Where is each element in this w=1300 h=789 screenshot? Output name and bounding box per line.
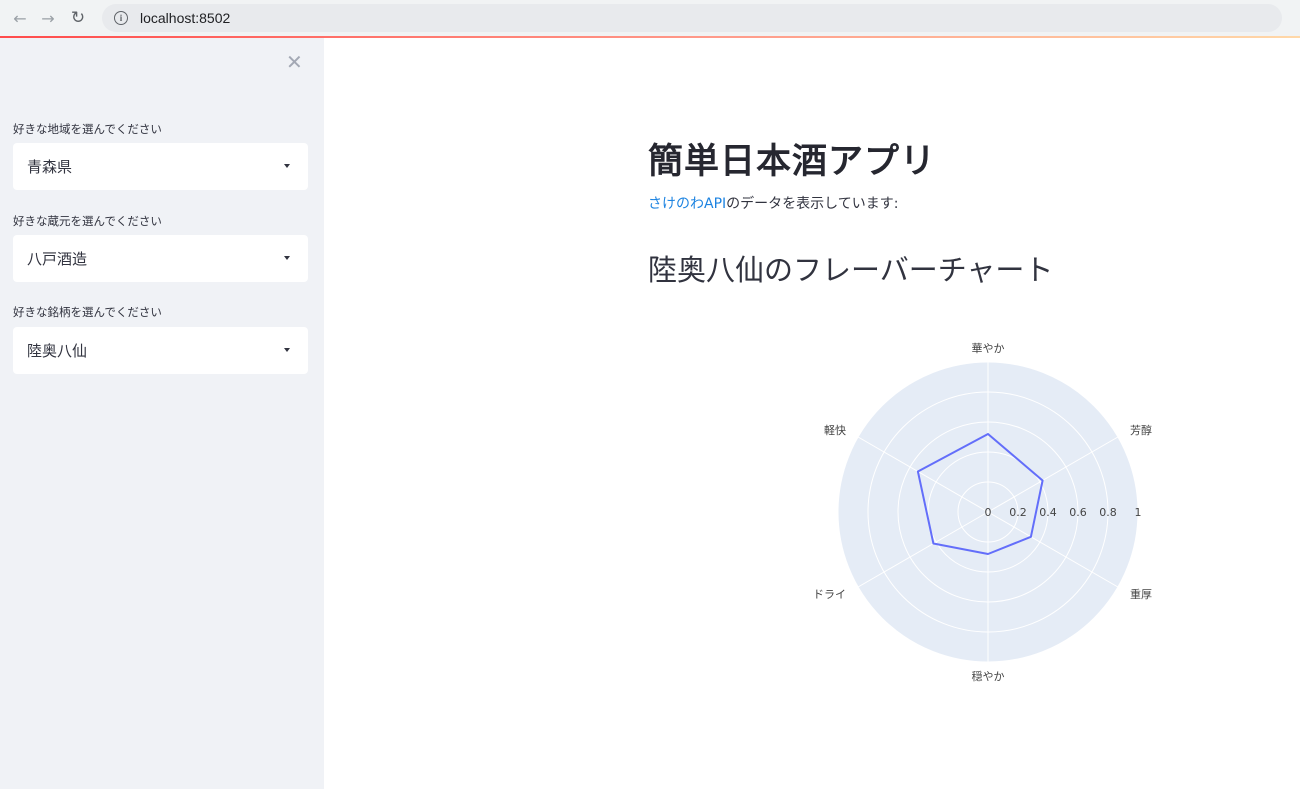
brand-select[interactable]: 陸奥八仙 — [13, 327, 308, 374]
category-label: 華やか — [972, 342, 1005, 355]
url-text: localhost:8502 — [140, 10, 231, 26]
info-icon[interactable]: i — [114, 11, 128, 25]
back-arrow-icon[interactable]: ← — [6, 4, 34, 32]
sidebar: ✕ 好きな地域を選んでください 青森県 好きな蔵元を選んでください 八戸酒造 好… — [0, 38, 324, 789]
brewery-select-value: 八戸酒造 — [27, 250, 88, 268]
flavor-radar-chart: 0 0.2 0.4 0.6 0.8 1 華やか芳醇重厚穏やか ドライ 軽快 — [813, 342, 1152, 683]
chart-heading: 陸奥八仙のフレーバーチャート — [648, 253, 1054, 287]
brewery-select[interactable]: 八戸酒造 — [13, 235, 308, 282]
radial-tick-label: 1 — [1135, 506, 1142, 519]
caret-down-icon — [284, 256, 290, 260]
brand-select-label: 好きな銘柄を選んでください — [13, 305, 162, 319]
subtitle-text: のデータを表示しています: — [726, 196, 899, 212]
caret-down-icon — [284, 348, 290, 352]
category-label: 重厚 — [1130, 587, 1152, 601]
category-label: ドライ — [813, 588, 846, 601]
brewery-select-label: 好きな蔵元を選んでください — [13, 214, 162, 228]
close-icon[interactable]: ✕ — [286, 52, 303, 72]
browser-toolbar: ← → ↻ i localhost:8502 — [0, 0, 1300, 36]
reload-icon[interactable]: ↻ — [64, 4, 92, 32]
address-bar[interactable]: i localhost:8502 — [102, 4, 1282, 32]
brand-select-value: 陸奥八仙 — [27, 342, 88, 360]
page-title: 簡単日本酒アプリ — [648, 142, 937, 182]
radial-tick-label: 0.6 — [1069, 506, 1087, 519]
region-select[interactable]: 青森県 — [13, 143, 308, 190]
radial-tick-label: 0 — [985, 506, 992, 519]
forward-arrow-icon[interactable]: → — [34, 4, 62, 32]
category-label: 軽快 — [824, 424, 846, 437]
radial-tick-label: 0.8 — [1099, 506, 1117, 519]
region-select-value: 青森県 — [27, 158, 73, 176]
category-label: 穏やか — [972, 670, 1005, 683]
region-select-label: 好きな地域を選んでください — [13, 122, 162, 136]
subtitle: さけのわAPIのデータを表示しています: — [648, 193, 898, 213]
caret-down-icon — [284, 164, 290, 168]
radial-tick-label: 0.4 — [1039, 506, 1057, 519]
sakenowa-api-link[interactable]: さけのわAPI — [648, 196, 726, 212]
category-label: 芳醇 — [1130, 423, 1152, 437]
radial-tick-label: 0.2 — [1009, 506, 1027, 519]
